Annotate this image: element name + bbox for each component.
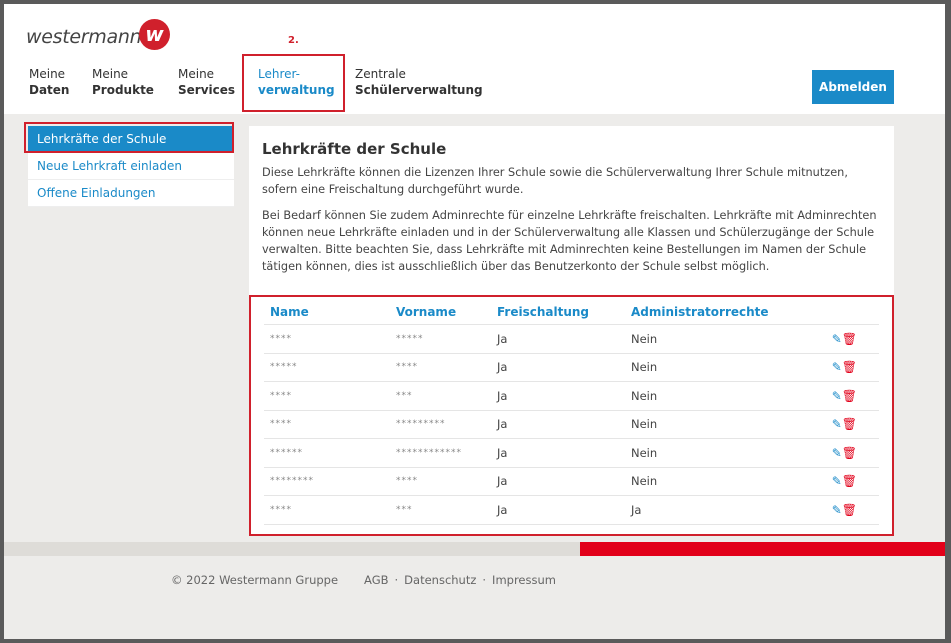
nav-label-top: Zentrale: [355, 67, 406, 81]
trash-icon[interactable]: 🗑: [842, 446, 857, 460]
pencil-icon[interactable]: ✎: [832, 389, 842, 403]
table-cell: *****: [396, 333, 424, 344]
nav-label-bottom: Schülerverwaltung: [355, 83, 483, 97]
column-header[interactable]: Freischaltung: [497, 305, 631, 319]
footer-link[interactable]: Datenschutz: [404, 573, 476, 587]
table-cell: ********: [270, 476, 314, 487]
column-header[interactable]: Administratorrechte: [631, 305, 821, 319]
nav-item-daten[interactable]: Meine Daten: [29, 66, 69, 98]
table-cell: Ja: [497, 502, 508, 517]
table-cell: Nein: [631, 417, 658, 432]
table-cell: ****: [270, 333, 292, 344]
table-cell: ****: [270, 504, 292, 515]
admin-info-text: Bei Bedarf können Sie zudem Adminrechte …: [262, 209, 877, 273]
footer-link[interactable]: AGB: [364, 573, 388, 587]
browser-frame: westermann w 2. Meine Daten Meine Produkte M…: [0, 0, 951, 643]
table-cell: Nein: [631, 445, 658, 460]
logo-text[interactable]: westermann: [26, 26, 142, 48]
trash-icon[interactable]: 🗑: [842, 417, 857, 431]
trash-icon[interactable]: 🗑: [842, 389, 857, 403]
trash-icon[interactable]: 🗑: [842, 332, 857, 346]
table-row: ****** ************ Ja Nein ✎🗑: [264, 439, 879, 468]
table-header: Name Vorname Freischaltung Administratorrec…: [264, 299, 879, 325]
table-cell: *********: [396, 419, 446, 430]
table-cell: ***: [396, 390, 413, 401]
table-cell: Ja: [631, 502, 642, 517]
separator: ·: [482, 573, 487, 587]
highlight-box: [24, 122, 234, 153]
table-row: *********JaNein✎🗑: [264, 354, 879, 382]
pencil-icon[interactable]: ✎: [832, 474, 842, 488]
table-cell: ******: [270, 447, 303, 458]
nav-item-produkte[interactable]: Meine Produkte: [92, 66, 154, 98]
table-row: **** *** Ja Ja ✎🗑: [264, 496, 879, 525]
table-cell: ****: [396, 362, 418, 373]
table-cell: Nein: [631, 388, 658, 403]
table-cell: Ja: [497, 417, 508, 432]
nav-label-top: Meine: [92, 67, 129, 81]
step-annotation: 2.: [288, 35, 299, 46]
table-cell: ****: [396, 476, 418, 487]
column-header[interactable]: Vorname: [396, 305, 497, 319]
nav-label-top: Meine: [29, 67, 66, 81]
logout-button[interactable]: Abmelden: [812, 70, 894, 104]
table-cell: *****: [270, 362, 298, 373]
pencil-icon[interactable]: ✎: [832, 360, 842, 374]
nav-label-bottom: Daten: [29, 83, 70, 97]
table-row: *********JaNein✎🗑: [264, 325, 879, 354]
footer-bar: [4, 542, 945, 556]
table-row: ******** **** Ja Nein ✎🗑: [264, 468, 879, 496]
separator: ·: [394, 573, 399, 587]
teachers-table: Name Vorname Freischaltung Administratorrec…: [249, 295, 894, 536]
sidebar-item[interactable]: Neue Lehrkraft einladen: [28, 153, 234, 180]
table-cell: ****: [270, 419, 292, 430]
nav-label-bottom: Produkte: [92, 83, 154, 97]
nav-item-services[interactable]: Meine Services: [178, 66, 235, 98]
table-cell: ***: [396, 504, 413, 515]
copyright: © 2022 Westermann Gruppe: [171, 573, 339, 587]
trash-icon[interactable]: 🗑: [842, 474, 857, 488]
nav-label-top: Meine: [178, 67, 215, 81]
highlight-box: [242, 54, 345, 112]
nav-label-bottom: Services: [178, 83, 236, 97]
header: westermann w 2. Meine Daten Meine Produkte M…: [4, 4, 945, 114]
table-cell: Nein: [631, 331, 658, 346]
sidebar-item[interactable]: Offene Einladungen: [28, 180, 234, 207]
footer-link[interactable]: Impressum: [492, 573, 556, 587]
table-cell: ************: [396, 447, 462, 458]
intro-text: Diese Lehrkräfte können die Lizenzen Ihr…: [262, 166, 848, 196]
pencil-icon[interactable]: ✎: [832, 417, 842, 431]
table-cell: ****: [270, 390, 292, 401]
column-header[interactable]: Name: [264, 305, 396, 319]
logo-icon[interactable]: w: [139, 19, 170, 50]
table-row: **** *** Ja Nein ✎🗑: [264, 382, 879, 411]
pencil-icon[interactable]: ✎: [832, 332, 842, 346]
trash-icon[interactable]: 🗑: [842, 360, 857, 374]
pencil-icon[interactable]: ✎: [832, 503, 842, 517]
footer-accent: [580, 542, 945, 556]
nav-item-schülerverwaltung[interactable]: Zentrale Schülerverwaltung: [355, 66, 483, 98]
table-cell: Nein: [631, 360, 658, 375]
table-row: **** ********* Ja Nein ✎🗑: [264, 411, 879, 439]
page-title: Lehrkräfte der Schule: [262, 140, 447, 158]
table-cell: Ja: [497, 331, 508, 346]
table-cell: Ja: [497, 445, 508, 460]
table-cell: Nein: [631, 474, 658, 489]
table-cell: Ja: [497, 388, 508, 403]
footer: © 2022 Westermann Gruppe AGB · Datenschutz ·…: [171, 573, 562, 587]
table-cell: Ja: [497, 474, 508, 489]
trash-icon[interactable]: 🗑: [842, 503, 857, 517]
pencil-icon[interactable]: ✎: [832, 446, 842, 460]
table-cell: Ja: [497, 360, 508, 375]
content-panel: Lehrkräfte der Schule Diese Lehrkräfte k…: [249, 126, 894, 536]
